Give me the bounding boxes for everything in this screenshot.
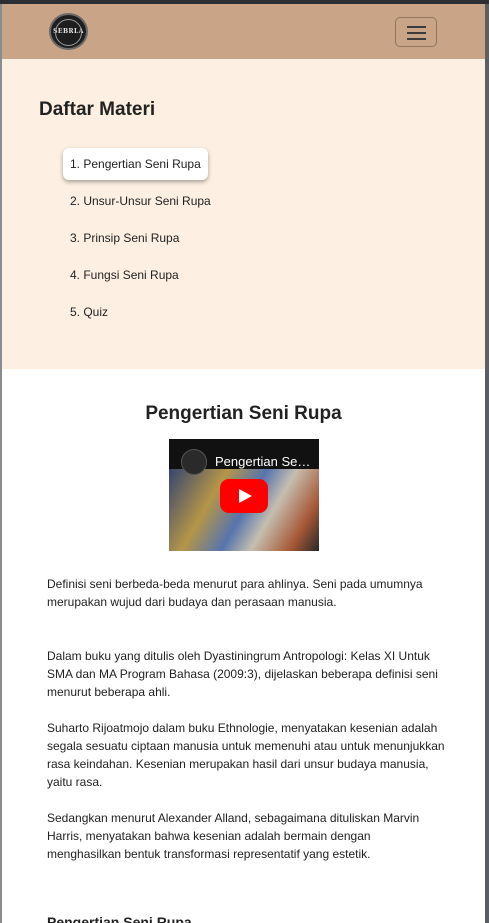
- sidebar-item-prinsip[interactable]: 3. Prinsip Seni Rupa: [63, 222, 186, 254]
- video-embed[interactable]: Pengertian Seni Rupa: [169, 439, 319, 551]
- sidebar: Daftar Materi 1. Pengertian Seni Rupa 2.…: [2, 59, 485, 369]
- paragraph-3: Suharto Rijoatmojo dalam buku Ethnologie…: [47, 721, 445, 789]
- play-icon[interactable]: [220, 479, 268, 513]
- paragraph-4: Sedangkan menurut Alexander Alland, seba…: [47, 811, 420, 861]
- sidebar-item-pengertian[interactable]: 1. Pengertian Seni Rupa: [63, 148, 208, 180]
- scrollbar[interactable]: [485, 4, 489, 923]
- logo-ring: [55, 19, 82, 46]
- next-section-heading: Pengertian Seni Rupa: [47, 914, 192, 923]
- sidebar-title: Daftar Materi: [39, 99, 156, 120]
- sidebar-item-unsur[interactable]: 2. Unsur-Unsur Seni Rupa: [63, 185, 218, 217]
- hamburger-icon-line-1: [407, 26, 426, 28]
- page: SEBRLA Daftar Materi 1. Pengertian Seni …: [2, 4, 485, 923]
- navbar: SEBRLA: [2, 4, 485, 59]
- content-title: Pengertian Seni Rupa: [145, 403, 342, 424]
- logo[interactable]: SEBRLA: [49, 13, 88, 50]
- paragraph-2: Dalam buku yang ditulis oleh Dyastiningr…: [47, 649, 438, 699]
- channel-avatar[interactable]: [181, 449, 207, 475]
- hamburger-icon-line-3: [407, 38, 426, 40]
- sidebar-item-quiz[interactable]: 5. Quiz: [63, 296, 115, 328]
- hamburger-icon-line-2: [407, 32, 426, 34]
- navbar-toggler-button[interactable]: [395, 17, 437, 47]
- paragraph-1: Definisi seni berbeda-beda menurut para …: [47, 577, 423, 609]
- video-title[interactable]: Pengertian Seni Rupa: [215, 454, 315, 469]
- sidebar-item-fungsi[interactable]: 4. Fungsi Seni Rupa: [63, 259, 186, 291]
